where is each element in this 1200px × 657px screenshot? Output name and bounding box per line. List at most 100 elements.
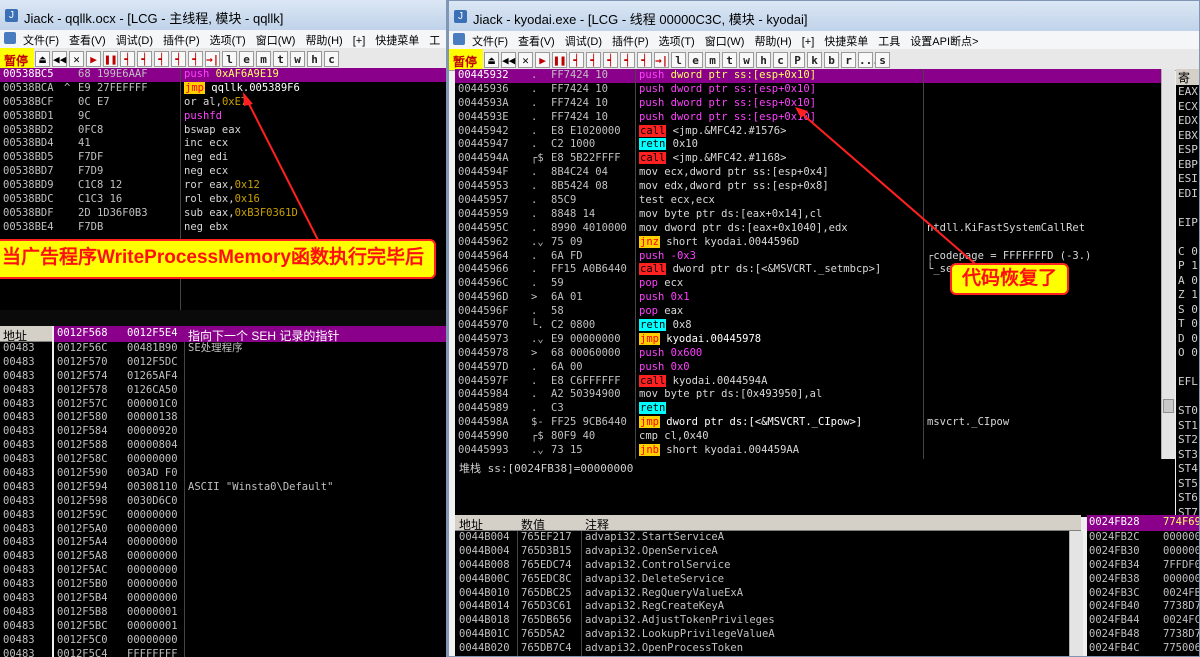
dump-row[interactable]: 0044B018 765DB656 advapi32.AdjustTokenPriv…: [455, 614, 1069, 628]
stack-header-row[interactable]: 0024FB28 774F69: [1087, 515, 1199, 531]
toolbar-button[interactable]: ◀◀: [501, 52, 517, 68]
left-address-row[interactable]: 00483: [0, 495, 52, 509]
toolbar-button[interactable]: ┥: [154, 51, 170, 67]
stack-row[interactable]: 0012F5AC 00000000: [54, 564, 446, 578]
menu-item[interactable]: 文件(F): [18, 30, 64, 48]
stack-row[interactable]: 0012F5C4 FFFFFFFF: [54, 648, 446, 657]
menu-item[interactable]: 工具: [873, 31, 905, 49]
disasm-row[interactable]: 00538BDC C1C3 16 rol ebx,0x16: [0, 193, 446, 207]
toolbar-button[interactable]: ┥: [637, 52, 653, 68]
left-address-row[interactable]: 00483: [0, 578, 52, 592]
toolbar-button[interactable]: P: [790, 52, 806, 68]
toolbar-button[interactable]: ▶: [86, 51, 102, 67]
disasm-row[interactable]: 00445959. 8848 14 mov byte ptr ds:[eax+0x1…: [455, 208, 1169, 222]
toolbar-button[interactable]: →|: [654, 52, 670, 68]
register-label[interactable]: T 0: [1176, 317, 1199, 332]
register-label[interactable]: ST4: [1176, 462, 1199, 477]
left-address-row[interactable]: 00483: [0, 634, 52, 648]
stack-pane[interactable]: 0024FB2C 000000 0024FB30 000000 0024FB34 7FFD…: [1087, 531, 1199, 656]
stack-row[interactable]: 0012F5B4 00000000: [54, 592, 446, 606]
menu-item[interactable]: [+]: [348, 33, 371, 47]
toolbar-button[interactable]: m: [705, 52, 721, 68]
toolbar-button[interactable]: t: [722, 52, 738, 68]
register-label[interactable]: A 0: [1176, 274, 1199, 289]
register-label[interactable]: [1176, 361, 1199, 376]
left-address-row[interactable]: 00483: [0, 384, 52, 398]
register-label[interactable]: D 0: [1176, 332, 1199, 347]
register-label[interactable]: EIP: [1176, 216, 1199, 231]
left-address-row[interactable]: 00483: [0, 467, 52, 481]
toolbar-button[interactable]: ❚❚: [552, 52, 568, 68]
disasm-row[interactable]: 00445989. C3 retn: [455, 402, 1169, 416]
toolbar-button[interactable]: ✕: [518, 52, 534, 68]
disassembly-scrollbar[interactable]: [1161, 69, 1175, 459]
dump-row[interactable]: 0044B010 765DBC25 advapi32.RegQueryValueEx…: [455, 587, 1069, 601]
disasm-row[interactable]: 0044597F. E8 C6FFFFFF call kyodai.0044594A: [455, 374, 1169, 389]
disasm-row[interactable]: 0044598A $- FF25 9CB6440 jmp dword ptr ds:[…: [455, 416, 1169, 430]
menu-item[interactable]: 插件(P): [158, 30, 205, 48]
disasm-row[interactable]: 00445978 >68 00060000 push 0x600: [455, 347, 1169, 361]
left-address-row[interactable]: 00483: [0, 509, 52, 523]
stack-row[interactable]: 0012F59C 00000000: [54, 509, 446, 523]
toolbar-button[interactable]: l: [671, 52, 687, 68]
menu-item[interactable]: 帮助(H): [749, 31, 796, 49]
dump-row[interactable]: 0044B004 765D3B15 advapi32.OpenServiceA: [455, 545, 1069, 559]
stack-row[interactable]: 0012F5A0 00000000: [54, 523, 446, 537]
disasm-row[interactable]: 0044597D. 6A 00 push 0x0: [455, 361, 1169, 375]
menu-item[interactable]: 帮助(H): [300, 30, 347, 48]
left-address-row[interactable]: 00483: [0, 536, 52, 550]
dump-pane[interactable]: 0044B004 765EF217 advapi32.StartServiceA 00…: [455, 531, 1069, 656]
disasm-row[interactable]: 00445993 .⌄ 73 15 jnb short kyodai.004459AA: [455, 444, 1169, 458]
menu-item[interactable]: 调试(D): [111, 30, 158, 48]
disasm-row[interactable]: 00445990 ┌$ 80F9 40 cmp cl,0x40: [455, 430, 1169, 444]
toolbar-button[interactable]: ❚❚: [103, 51, 119, 67]
menu-item[interactable]: 文件(F): [467, 31, 513, 49]
disasm-row[interactable]: 00538BD1 9C pushfd: [0, 110, 446, 124]
disasm-row[interactable]: 00445947. C2 1000 retn 0x10: [455, 138, 1169, 152]
register-label[interactable]: P 1: [1176, 259, 1199, 274]
stack-row[interactable]: 0012F580 00000138: [54, 411, 446, 425]
toolbar-button[interactable]: h: [307, 51, 323, 67]
dump-row[interactable]: 0044B004 765EF217 advapi32.StartServiceA: [455, 531, 1069, 545]
register-label[interactable]: EDI: [1176, 187, 1199, 202]
left-address-row[interactable]: 00483: [0, 342, 52, 356]
disasm-row[interactable]: 00538BE4 F7DB neg ebx: [0, 221, 446, 235]
toolbar-button[interactable]: e: [239, 51, 255, 67]
toolbar-button[interactable]: ┥: [188, 51, 204, 67]
toolbar-button[interactable]: ┥: [569, 52, 585, 68]
stack-row[interactable]: 0012F5B0 00000000: [54, 578, 446, 592]
menu-item[interactable]: 快捷菜单: [370, 30, 424, 48]
stack-row[interactable]: 0024FB30 000000: [1087, 545, 1199, 559]
stack-row[interactable]: 0012F578 0126CA50: [54, 384, 446, 398]
toolbar-button[interactable]: m: [256, 51, 272, 67]
toolbar-button[interactable]: ┥: [137, 51, 153, 67]
toolbar-button[interactable]: →|: [205, 51, 221, 67]
seh-header-row[interactable]: 0012F568 0012F5E4 指向下一个 SEH 记录的指针: [54, 326, 446, 342]
register-label[interactable]: [1176, 201, 1199, 216]
disasm-row[interactable]: 00445953. 8B5424 08 mov edx,dword ptr ss:[…: [455, 180, 1169, 194]
left-address-row[interactable]: 00483: [0, 620, 52, 634]
stack-row[interactable]: 0024FB44 0024FC: [1087, 614, 1199, 628]
disasm-row[interactable]: 00445957. 85C9 test ecx,ecx: [455, 194, 1169, 208]
dump-scrollbar[interactable]: [1069, 531, 1083, 656]
stack-row[interactable]: 0012F5A4 00000000: [54, 536, 446, 550]
menu-item[interactable]: 插件(P): [607, 31, 654, 49]
menu-item[interactable]: 选项(T): [654, 31, 700, 49]
toolbar-button[interactable]: ┥: [171, 51, 187, 67]
scroll-thumb[interactable]: [1163, 399, 1174, 413]
disasm-row[interactable]: 00538BD5 F7DF neg edi: [0, 151, 446, 165]
stack-row[interactable]: 0012F5A8 00000000: [54, 550, 446, 564]
menu-item[interactable]: 选项(T): [205, 30, 251, 48]
register-label[interactable]: ST5: [1176, 477, 1199, 492]
toolbar-button[interactable]: ⏏: [484, 52, 500, 68]
left-address-row[interactable]: 00483: [0, 453, 52, 467]
toolbar-button[interactable]: c: [324, 51, 340, 67]
toolbar-button[interactable]: l: [222, 51, 238, 67]
stack-row[interactable]: 0012F584 00000920: [54, 425, 446, 439]
disasm-row[interactable]: 00445932. FF7424 10 push dword ptr ss:[esp…: [455, 69, 1169, 83]
register-label[interactable]: O 0: [1176, 346, 1199, 361]
disasm-row[interactable]: 00538BC5 68 199E6AAF push 0xAF6A9E19: [0, 68, 446, 82]
stack-row[interactable]: 0012F57C 000001C0: [54, 398, 446, 412]
toolbar-button[interactable]: w: [290, 51, 306, 67]
menu-item[interactable]: 设置API断点>: [905, 31, 983, 49]
